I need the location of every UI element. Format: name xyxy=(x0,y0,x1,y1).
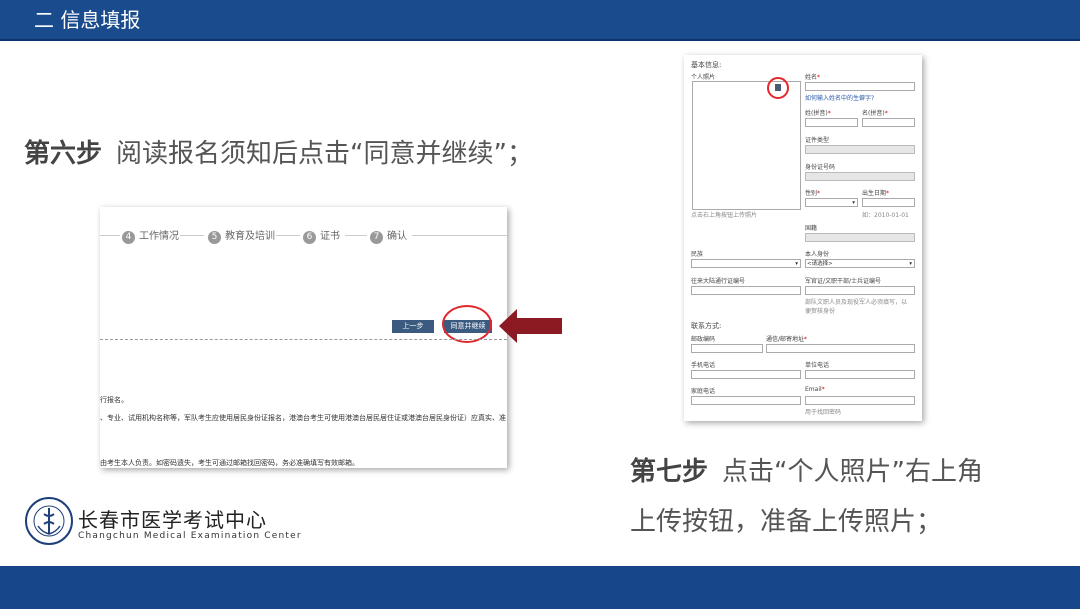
name-label: 姓名* xyxy=(805,74,821,81)
mobile-input[interactable] xyxy=(691,370,801,379)
photo-hint: 点击右上角按钮上传照片 xyxy=(691,212,758,219)
military-hint-2: 便贺核身份 xyxy=(805,308,836,315)
progress-line xyxy=(345,235,367,236)
step-label: 教育及培训 xyxy=(225,231,275,242)
home-phone-input[interactable] xyxy=(691,396,801,405)
military-id-input[interactable] xyxy=(805,286,915,295)
progress-step-5: 5 教育及培训 xyxy=(208,227,275,244)
step7-desc: 点击“个人照片”右上角 xyxy=(722,457,983,487)
notice-line: 、专业、试用机构名称等，军队考生应使用居民身份证报名，港澳台考生可使用港澳台居民… xyxy=(100,414,506,422)
email-label: Email* xyxy=(805,386,825,393)
step7-line1: 第七步 点击“个人照片”右上角 xyxy=(630,455,983,489)
email-hint: 用于找回密码 xyxy=(805,409,842,416)
section-title: 二 信息填报 xyxy=(34,8,141,32)
notice-line: 行报名。 xyxy=(100,396,128,404)
step6-desc: 阅读报名须知后点击“同意并继续”； xyxy=(116,139,533,169)
highlight-circle xyxy=(442,305,492,343)
address-input[interactable] xyxy=(766,344,915,353)
birthdate-hint: 如：2010-01-01 xyxy=(862,212,909,219)
postcode-label: 邮政编码 xyxy=(691,336,716,343)
name-input[interactable] xyxy=(805,82,915,91)
birthdate-text: 出生日期 xyxy=(862,190,887,197)
address-text: 通信/邮寄地址 xyxy=(766,336,805,343)
step-number: 4 xyxy=(122,231,135,244)
highlight-circle xyxy=(767,77,789,99)
logo-name-cn: 长春市医学考试中心 xyxy=(78,508,267,532)
progress-step-4: 4 工作情况 xyxy=(122,227,179,244)
ethnicity-select[interactable]: ▾ xyxy=(691,259,801,268)
given-pinyin-label: 名(拼音)* xyxy=(862,110,888,117)
step7-label: 第七步 xyxy=(630,457,709,487)
progress-step-7: 7 确认 xyxy=(370,227,407,244)
step-number: 5 xyxy=(208,231,221,244)
prev-step-button[interactable]: 上一步 xyxy=(392,320,434,333)
identity-select[interactable]: <请选择> ▾ xyxy=(805,259,915,268)
given-pinyin-input[interactable] xyxy=(862,118,915,127)
footer-bar xyxy=(0,566,1080,609)
name-label-text: 姓名 xyxy=(805,74,818,81)
photo-box xyxy=(692,81,801,210)
gender-text: 性别 xyxy=(805,190,818,197)
name-help-link[interactable]: 如何输入姓名中的生僻字? xyxy=(805,93,874,102)
email-text: Email xyxy=(805,386,822,393)
postcode-input[interactable] xyxy=(691,344,763,353)
form-screenshot: 基本信息: 个人照片 点击右上角按钮上传照片 姓名* 如何输入姓名中的生僻字? … xyxy=(684,55,922,421)
identity-value: <请选择> xyxy=(807,261,833,267)
identity-label: 本人身份 xyxy=(805,251,830,258)
id-type-field xyxy=(805,145,915,154)
step6-text: 第六步 阅读报名须知后点击“同意并继续”； xyxy=(24,137,533,171)
progress-line xyxy=(100,235,120,236)
logo-name-en: Changchun Medical Examination Center xyxy=(78,531,302,541)
military-id-label: 军官证/文职干部/士兵证编号 xyxy=(805,278,882,285)
progress-line xyxy=(276,235,300,236)
work-phone-label: 单位电话 xyxy=(805,362,830,369)
ethnicity-label: 民族 xyxy=(691,251,704,258)
contact-heading: 联系方式: xyxy=(691,322,722,330)
seal-logo-icon xyxy=(25,497,73,545)
gender-select[interactable]: ▾ xyxy=(805,198,858,207)
mainland-permit-input[interactable] xyxy=(691,286,801,295)
home-phone-label: 家庭电话 xyxy=(691,388,716,395)
step-label: 证书 xyxy=(320,231,340,242)
progress-line xyxy=(180,235,204,236)
left-arrow-icon xyxy=(499,309,562,343)
photo-label: 个人照片 xyxy=(691,74,716,81)
progress-line xyxy=(412,235,507,236)
divider xyxy=(100,339,507,340)
military-hint: 部队文职人员及现役军人必须填写，以 xyxy=(805,299,908,306)
step7-line2: 上传按钮，准备上传照片； xyxy=(630,507,943,537)
id-number-label: 身份证号码 xyxy=(805,164,836,171)
birthdate-input[interactable] xyxy=(862,198,915,207)
nationality-field xyxy=(805,233,915,242)
step-label: 工作情况 xyxy=(139,231,179,242)
address-label: 通信/邮寄地址* xyxy=(766,336,808,343)
notice-screenshot: 4 工作情况 5 教育及培训 6 证书 7 确认 上一步 同意并继续 行报名。 、专业、… xyxy=(100,207,507,468)
basic-info-heading: 基本信息: xyxy=(691,61,722,69)
surname-pinyin-label: 姓(拼音)* xyxy=(805,110,831,117)
work-phone-input[interactable] xyxy=(805,370,915,379)
mainland-permit-label: 往来大陆通行证编号 xyxy=(691,278,746,285)
nationality-label: 国籍 xyxy=(805,225,818,232)
progress-step-6: 6 证书 xyxy=(303,227,340,244)
mobile-label: 手机电话 xyxy=(691,362,716,369)
step6-label: 第六步 xyxy=(24,139,103,169)
id-type-label: 证件类型 xyxy=(805,137,830,144)
gender-label: 性别* xyxy=(805,190,821,197)
surname-pinyin-text: 姓(拼音) xyxy=(805,110,828,117)
step-number: 7 xyxy=(370,231,383,244)
notice-line: 由考生本人负责。如密码遗失，考生可通过邮箱找回密码，务必准确填写有效邮箱。 xyxy=(100,459,359,467)
email-input[interactable] xyxy=(805,396,915,405)
header-bar: 二 信息填报 xyxy=(0,0,1080,41)
step-label: 确认 xyxy=(387,231,407,242)
given-pinyin-text: 名(拼音) xyxy=(862,110,885,117)
surname-pinyin-input[interactable] xyxy=(805,118,858,127)
birthdate-label: 出生日期* xyxy=(862,190,890,197)
step-number: 6 xyxy=(303,231,316,244)
id-number-field xyxy=(805,172,915,181)
